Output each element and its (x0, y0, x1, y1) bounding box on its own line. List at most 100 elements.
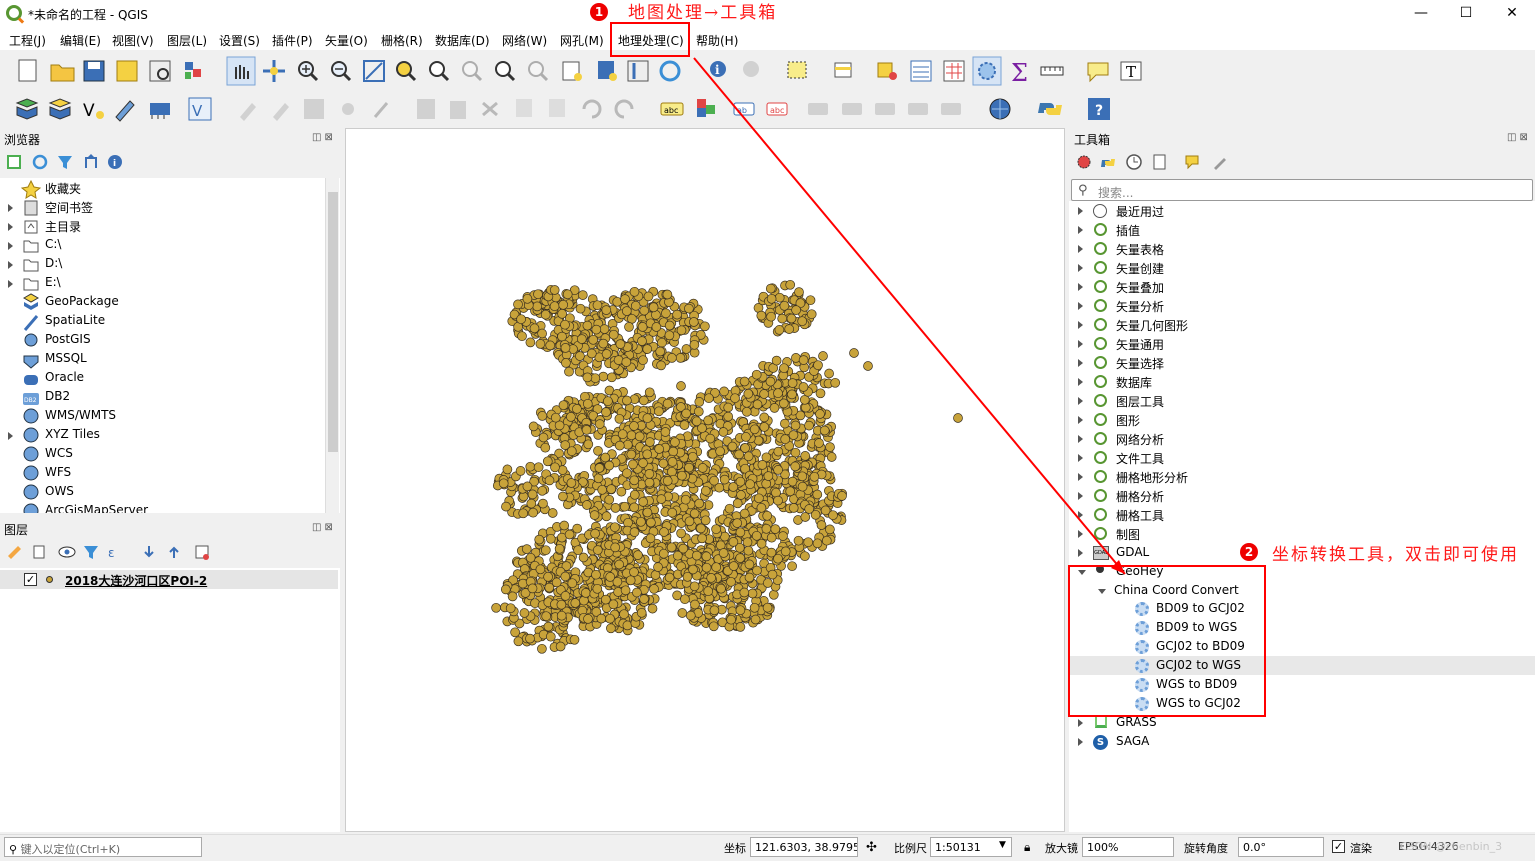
magnifier-spinbox[interactable]: 100% (1082, 837, 1174, 857)
toolbox-group-vector-general[interactable]: 矢量通用 (1116, 336, 1164, 355)
toolbox-toolbar-icons[interactable] (1074, 152, 1234, 172)
browser-item-xyz[interactable]: XYZ Tiles (45, 427, 100, 446)
expand-arrow-icon[interactable] (8, 223, 13, 231)
expand-arrow-icon[interactable] (1078, 473, 1083, 481)
toolbox-group-gdal[interactable]: GDAL (1116, 545, 1149, 564)
toolbox-group-layer-tools[interactable]: 图层工具 (1116, 393, 1164, 412)
toolbox-group-vector-analysis[interactable]: 矢量分析 (1116, 298, 1164, 317)
expand-arrow-icon[interactable] (1078, 719, 1083, 727)
browser-item-geopackage[interactable]: GeoPackage (45, 294, 119, 313)
browser-item-c-drive[interactable]: C:\ (45, 237, 61, 256)
toolbox-group-database[interactable]: 数据库 (1116, 374, 1152, 393)
menu-raster[interactable]: 栅格(R) (381, 32, 423, 49)
expand-arrow-icon[interactable] (1078, 435, 1083, 443)
expand-arrow-icon[interactable] (1078, 416, 1083, 424)
lock-icon[interactable]: 🔒︎ (1024, 840, 1030, 855)
toolbox-group-saga[interactable]: SAGA (1116, 734, 1149, 753)
menu-database[interactable]: 数据库(D) (435, 32, 490, 49)
locator-input[interactable]: ⚲ 键入以定位(Ctrl+K) (4, 837, 202, 857)
expand-arrow-icon[interactable] (1078, 245, 1083, 253)
toolbox-group-raster-tools[interactable]: 栅格工具 (1116, 507, 1164, 526)
maximize-button[interactable]: ☐ (1443, 2, 1489, 24)
toolbox-group-vector-geometry[interactable]: 矢量几何图形 (1116, 317, 1188, 336)
browser-panel-buttons[interactable]: ◫⊠ (312, 132, 336, 143)
browser-item-home[interactable]: 主目录 (45, 218, 81, 237)
expand-arrow-icon[interactable] (1078, 492, 1083, 500)
toolbox-group-network-analysis[interactable]: 网络分析 (1116, 431, 1164, 450)
browser-scrollbar[interactable] (325, 178, 339, 513)
menu-layer[interactable]: 图层(L) (167, 32, 207, 49)
browser-tree[interactable]: DB2 收藏夹 空间书签 主目录 C:\ D:\ E:\ GeoPackage … (0, 178, 340, 513)
menu-vector[interactable]: 矢量(O) (325, 32, 368, 49)
toolbar-icons-row2[interactable]: V V abc ab abc ? (0, 90, 1535, 126)
mouse-coord-icon[interactable]: ✣ (866, 840, 877, 855)
expand-arrow-icon[interactable] (1078, 283, 1083, 291)
expand-arrow-icon[interactable] (1078, 549, 1083, 557)
browser-toolbar-icons[interactable]: i (4, 152, 134, 172)
toolbox-group-graphics[interactable]: 图形 (1116, 412, 1140, 431)
menu-help[interactable]: 帮助(H) (696, 32, 738, 49)
browser-item-arcgis[interactable]: ArcGisMapServer (45, 503, 148, 513)
expand-arrow-icon[interactable] (1078, 511, 1083, 519)
expand-arrow-icon[interactable] (8, 261, 13, 269)
expand-arrow-icon[interactable] (1078, 340, 1083, 348)
layers-toolbar-icons[interactable]: ε (4, 542, 214, 562)
toolbox-group-vector-overlay[interactable]: 矢量叠加 (1116, 279, 1164, 298)
toolbox-group-vector-creation[interactable]: 矢量创建 (1116, 260, 1164, 279)
menu-web[interactable]: 网络(W) (502, 32, 547, 49)
expand-arrow-icon[interactable] (1078, 454, 1083, 462)
browser-item-postgis[interactable]: PostGIS (45, 332, 91, 351)
expand-arrow-icon[interactable] (1078, 359, 1083, 367)
expand-arrow-icon[interactable] (1078, 738, 1083, 746)
expand-arrow-icon[interactable] (8, 280, 13, 288)
toolbox-group-vector-selection[interactable]: 矢量选择 (1116, 355, 1164, 374)
coordinate-field[interactable]: 121.6303, 38.9795 (750, 837, 858, 857)
expand-arrow-icon[interactable] (1078, 321, 1083, 329)
menu-project[interactable]: 工程(J) (9, 32, 46, 49)
browser-item-spatialite[interactable]: SpatiaLite (45, 313, 105, 332)
toolbox-group-file-tools[interactable]: 文件工具 (1116, 450, 1164, 469)
layer-name[interactable]: 2018大连沙河口区POI-2 (65, 572, 207, 591)
browser-item-d-drive[interactable]: D:\ (45, 256, 62, 275)
layer-row[interactable]: ✓ 2018大连沙河口区POI-2 (0, 570, 338, 589)
expand-arrow-icon[interactable] (1078, 264, 1083, 272)
toolbox-group-grass[interactable]: GRASS (1116, 715, 1157, 734)
render-checkbox[interactable]: ✓ (1332, 840, 1345, 853)
expand-arrow-icon[interactable] (1078, 226, 1083, 234)
menu-plugins[interactable]: 插件(P) (272, 32, 313, 49)
expand-arrow-icon[interactable] (1078, 378, 1083, 386)
browser-item-ows[interactable]: OWS (45, 484, 74, 503)
browser-item-oracle[interactable]: Oracle (45, 370, 84, 389)
menu-settings[interactable]: 设置(S) (219, 32, 260, 49)
expand-arrow-icon[interactable] (8, 242, 13, 250)
scrollbar-thumb[interactable] (328, 192, 338, 452)
close-button[interactable]: ✕ (1489, 2, 1535, 24)
rotation-spinbox[interactable]: 0.0° (1238, 837, 1324, 857)
minimize-button[interactable]: — (1398, 2, 1444, 24)
toolbox-search-input[interactable]: ⚲ 搜索... (1071, 179, 1533, 201)
browser-item-db2[interactable]: DB2 (45, 389, 70, 408)
browser-item-mssql[interactable]: MSSQL (45, 351, 87, 370)
layers-panel-buttons[interactable]: ◫⊠ (312, 522, 336, 533)
layers-tree[interactable]: ✓ 2018大连沙河口区POI-2 (0, 568, 340, 832)
chevron-down-icon[interactable]: ▼ (999, 840, 1006, 850)
browser-item-bookmarks[interactable]: 空间书签 (45, 199, 93, 218)
expand-arrow-icon[interactable] (8, 432, 13, 440)
browser-item-wms[interactable]: WMS/WMTS (45, 408, 116, 427)
menu-edit[interactable]: 编辑(E) (60, 32, 101, 49)
map-canvas[interactable] (345, 128, 1065, 832)
browser-item-wfs[interactable]: WFS (45, 465, 71, 484)
toolbar-icons-row1[interactable]: i Σ T (0, 52, 1535, 88)
toolbox-panel-buttons[interactable]: ◫⊠ (1507, 132, 1531, 143)
toolbox-group-vector-table[interactable]: 矢量表格 (1116, 241, 1164, 260)
toolbox-group-cartography[interactable]: 制图 (1116, 526, 1140, 545)
browser-item-wcs[interactable]: WCS (45, 446, 73, 465)
expand-arrow-icon[interactable] (1078, 302, 1083, 310)
expand-arrow-icon[interactable] (8, 204, 13, 212)
menu-view[interactable]: 视图(V) (112, 32, 154, 49)
toolbox-group-raster-analysis[interactable]: 栅格分析 (1116, 488, 1164, 507)
browser-item-favorites[interactable]: 收藏夹 (45, 180, 81, 199)
toolbox-group-raster-terrain[interactable]: 栅格地形分析 (1116, 469, 1188, 488)
expand-arrow-icon[interactable] (1078, 530, 1083, 538)
layer-visibility-checkbox[interactable]: ✓ (24, 573, 37, 586)
